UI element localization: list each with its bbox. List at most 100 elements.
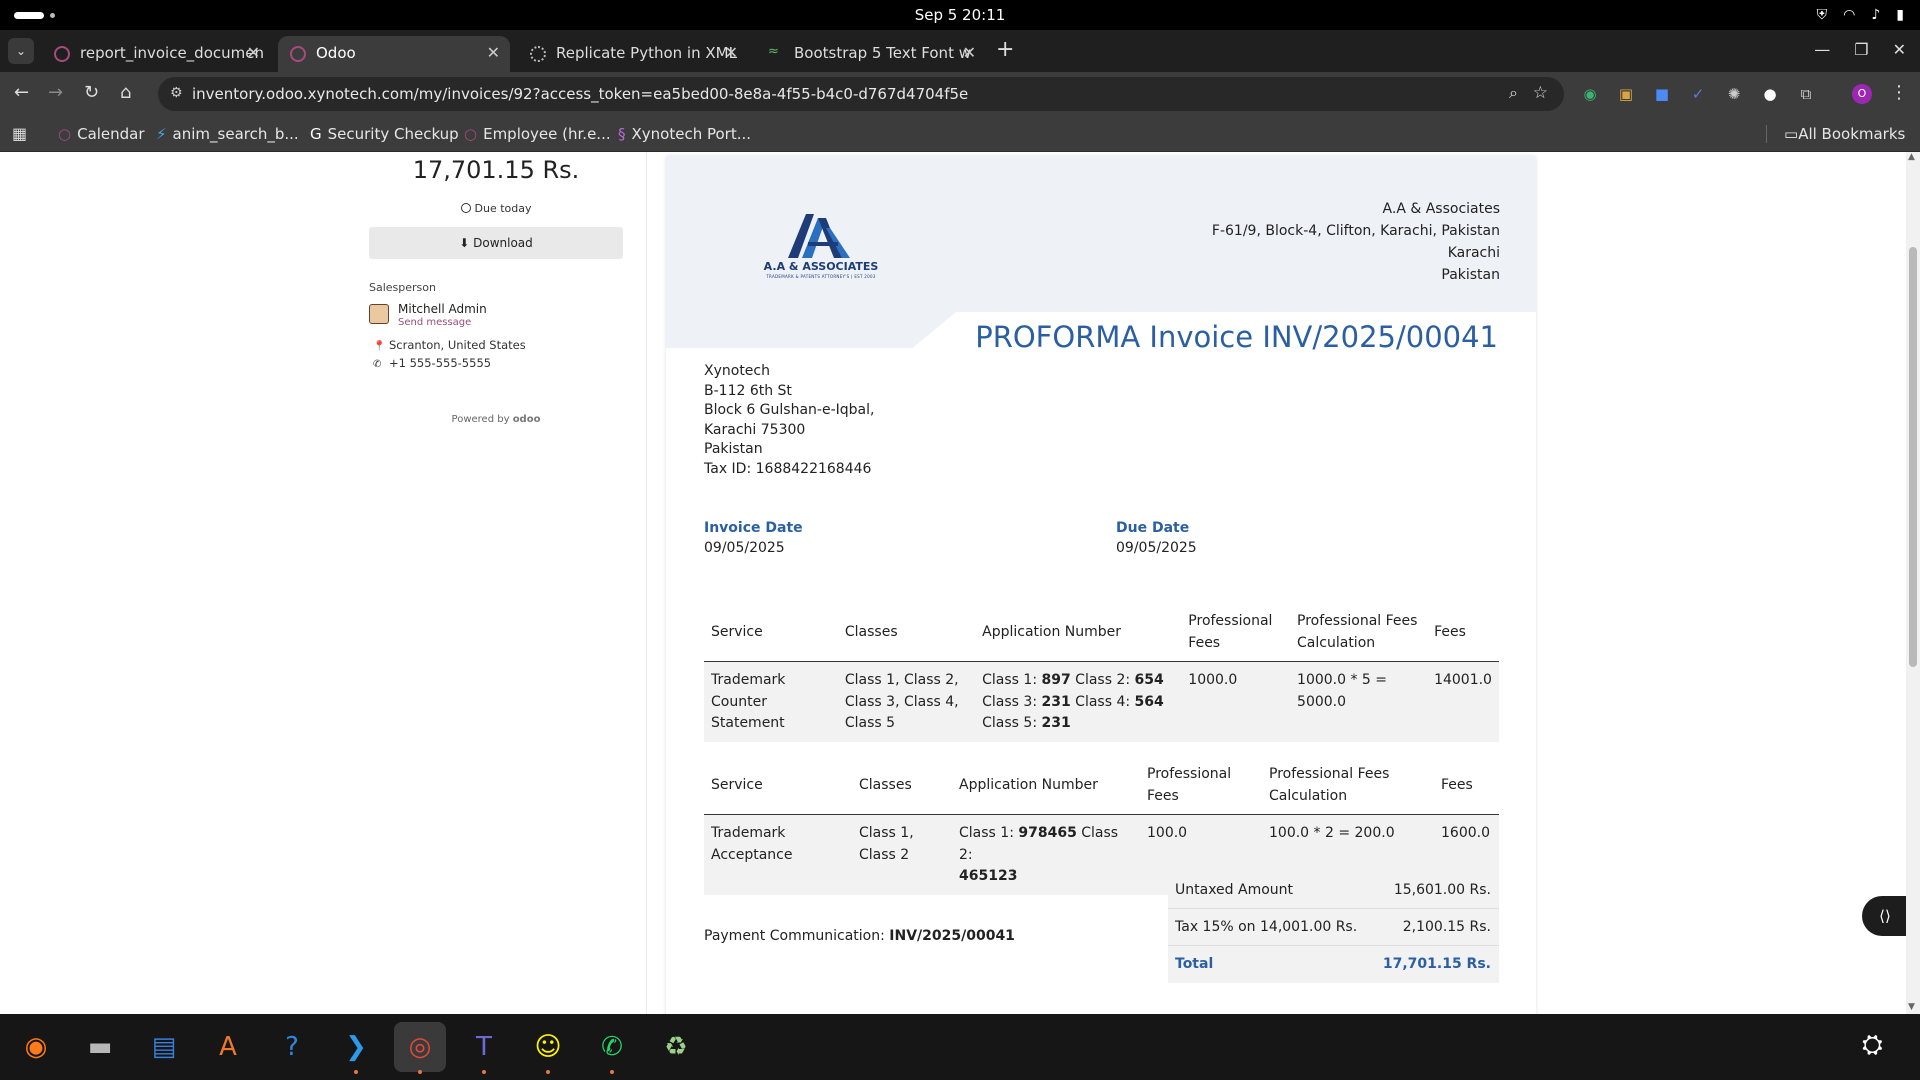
- scroll-down-icon[interactable]: ▼: [1908, 1002, 1915, 1012]
- snapchat-icon[interactable]: ☺: [522, 1022, 574, 1074]
- all-bookmarks-button[interactable]: ▭All Bookmarks: [1784, 125, 1905, 143]
- battery-icon[interactable]: ▮: [1896, 7, 1904, 23]
- map-marker-icon: 📍: [373, 341, 386, 352]
- page-scrollbar[interactable]: ▲ ▼: [1906, 152, 1920, 1014]
- tab-replicate-python[interactable]: Replicate Python in XML ✕: [518, 36, 748, 72]
- app-center-icon[interactable]: A: [202, 1022, 254, 1072]
- running-indicator: [546, 1070, 550, 1074]
- tab-search-button[interactable]: ⌄: [8, 38, 34, 64]
- close-icon[interactable]: ✕: [247, 43, 260, 62]
- volume-icon[interactable]: ♪: [1871, 7, 1880, 23]
- company-address: A.A & Associates F-61/9, Block-4, Clifto…: [1212, 198, 1500, 286]
- extension-eye-icon[interactable]: ◉: [1580, 84, 1600, 104]
- teams-icon[interactable]: T: [458, 1022, 510, 1074]
- tab-label: Bootstrap 5 Text Font w: [794, 44, 971, 62]
- extension-ext-icon[interactable]: ●: [1760, 84, 1780, 104]
- show-apps-icon[interactable]: ⛭: [1862, 1030, 1883, 1061]
- column-header: Professional Fees Calculation: [1290, 604, 1428, 662]
- bookmark-employee[interactable]: ○ Employee (hr.e...: [464, 125, 611, 143]
- extension-box-icon[interactable]: ▣: [1616, 84, 1636, 104]
- minimize-icon[interactable]: —: [1814, 40, 1830, 59]
- files-icon[interactable]: ▬: [74, 1022, 126, 1072]
- site-info-icon[interactable]: ⚙: [170, 85, 183, 101]
- invoice-header-accent: [666, 312, 956, 348]
- writer-icon[interactable]: ▤: [138, 1022, 190, 1072]
- browser-menu-icon[interactable]: ⋮: [1890, 82, 1908, 103]
- scrollbar-thumb[interactable]: [1909, 247, 1917, 667]
- firefox-icon[interactable]: ◉: [10, 1022, 62, 1072]
- bookmark-xynotech-portal[interactable]: § Xynotech Port...: [618, 125, 751, 143]
- code-icon: ⟨⟩: [1879, 907, 1891, 925]
- due-date-block: Due Date 09/05/2025: [1116, 520, 1197, 556]
- reload-icon[interactable]: ↻: [84, 82, 99, 103]
- chatgpt-favicon-icon: [530, 46, 546, 62]
- tab-report-invoice[interactable]: report_invoice_documen ✕: [42, 36, 270, 72]
- due-date-value: 09/05/2025: [1116, 540, 1197, 556]
- download-icon: ⬇: [459, 236, 470, 250]
- bookmark-calendar[interactable]: ○ Calendar: [58, 125, 145, 143]
- salesperson-phone: ✆ +1 555-555-5555: [373, 356, 492, 370]
- code-view-button[interactable]: ⟨⟩: [1862, 896, 1908, 936]
- scroll-up-icon[interactable]: ▲: [1908, 152, 1915, 162]
- send-message-link[interactable]: Send message: [398, 317, 471, 328]
- extension-shield-icon[interactable]: ■: [1652, 84, 1672, 104]
- taskbar-dock: ◉ ▬ ▤ A ? ❯ ◎ T ☺ ✆ ♻ ⛭: [0, 1014, 1920, 1080]
- salesperson-card: Mitchell Admin Send message: [369, 302, 623, 332]
- bookmark-anim-search[interactable]: ⚡ anim_search_b...: [156, 125, 299, 143]
- shield-icon[interactable]: ⛨: [1817, 7, 1828, 23]
- trash-icon[interactable]: ♻: [650, 1022, 702, 1072]
- running-indicator: [610, 1070, 614, 1074]
- chrome-icon[interactable]: ◎: [394, 1022, 446, 1074]
- zoom-icon[interactable]: ⌕: [1509, 83, 1518, 103]
- browser-toolbar: ← → ↻ ⌂ ⚙ inventory.odoo.xynotech.com/my…: [0, 72, 1920, 116]
- home-icon[interactable]: ⌂: [120, 82, 131, 103]
- tab-odoo[interactable]: Odoo ✕: [278, 36, 510, 72]
- salesperson-label: Salesperson: [369, 281, 436, 294]
- close-icon[interactable]: ✕: [725, 43, 738, 62]
- url-text[interactable]: inventory.odoo.xynotech.com/my/invoices/…: [192, 85, 968, 103]
- logo-tagline: TRADEMARK & PATENTS ATTORNEY'S | EST 200…: [766, 274, 876, 279]
- apps-grid-icon[interactable]: ▦: [12, 124, 27, 143]
- help-icon[interactable]: ?: [266, 1022, 318, 1072]
- payment-communication: Payment Communication: INV/2025/00041: [704, 928, 1015, 944]
- back-icon[interactable]: ←: [14, 82, 29, 103]
- due-status: Due today: [369, 202, 623, 215]
- classes-cell: Class 1, Class 2, Class 3, Class 4, Clas…: [837, 661, 976, 742]
- bootstrap-favicon-icon: ≈: [768, 44, 779, 59]
- forward-icon[interactable]: →: [48, 82, 63, 103]
- close-window-icon[interactable]: ✕: [1893, 40, 1906, 59]
- bookmark-security-checkup[interactable]: G Security Checkup: [310, 125, 459, 143]
- maximize-icon[interactable]: ❐: [1854, 40, 1868, 59]
- totals-table: Untaxed Amount 15,601.00 Rs. Tax 15% on 1…: [1168, 872, 1499, 983]
- tab-label: Odoo: [316, 44, 356, 62]
- extensions-puzzle-icon[interactable]: ⧉: [1796, 84, 1816, 104]
- avatar: [369, 304, 389, 324]
- fees-calculation-cell: 1000.0 * 5 = 5000.0: [1290, 661, 1428, 742]
- wifi-icon[interactable]: ◠: [1843, 7, 1855, 23]
- system-tray[interactable]: ⛨ ◠ ♪ ▮: [1817, 7, 1904, 23]
- amount-due: 17,701.15 Rs.: [412, 156, 580, 184]
- bookmark-star-icon[interactable]: ☆: [1533, 83, 1548, 103]
- close-icon[interactable]: ✕: [963, 43, 976, 62]
- folder-icon: ▭: [1784, 125, 1799, 143]
- table-header-row: Service Classes Application Number Profe…: [704, 604, 1499, 662]
- vscode-icon[interactable]: ❯: [330, 1022, 382, 1074]
- new-tab-button[interactable]: +: [996, 39, 1014, 61]
- odoo-logo-link[interactable]: odoo: [513, 414, 541, 425]
- column-header: Service: [704, 604, 838, 662]
- extension-gear-icon[interactable]: ✺: [1724, 84, 1744, 104]
- whatsapp-icon[interactable]: ✆: [586, 1022, 638, 1074]
- close-icon[interactable]: ✕: [487, 43, 500, 62]
- tab-bootstrap[interactable]: ≈ Bootstrap 5 Text Font w ✕: [756, 36, 986, 72]
- profile-avatar[interactable]: O: [1852, 84, 1872, 104]
- extension-check-icon[interactable]: ✓: [1688, 84, 1708, 104]
- download-button[interactable]: ⬇ Download: [369, 227, 623, 259]
- system-clock[interactable]: Sep 5 20:11: [0, 6, 1920, 24]
- extensions-bar: ◉ ▣ ■ ✓ ✺ ● ⧉: [1580, 84, 1816, 104]
- total-row: Total 17,701.15 Rs.: [1168, 946, 1499, 983]
- address-bar[interactable]: ⚙ inventory.odoo.xynotech.com/my/invoice…: [158, 77, 1564, 111]
- xynotech-icon: §: [618, 125, 626, 143]
- column-header: Application Number: [952, 757, 1140, 815]
- service-cell: Trademark Acceptance: [704, 814, 852, 895]
- fees-cell: 14001.0: [1427, 661, 1499, 742]
